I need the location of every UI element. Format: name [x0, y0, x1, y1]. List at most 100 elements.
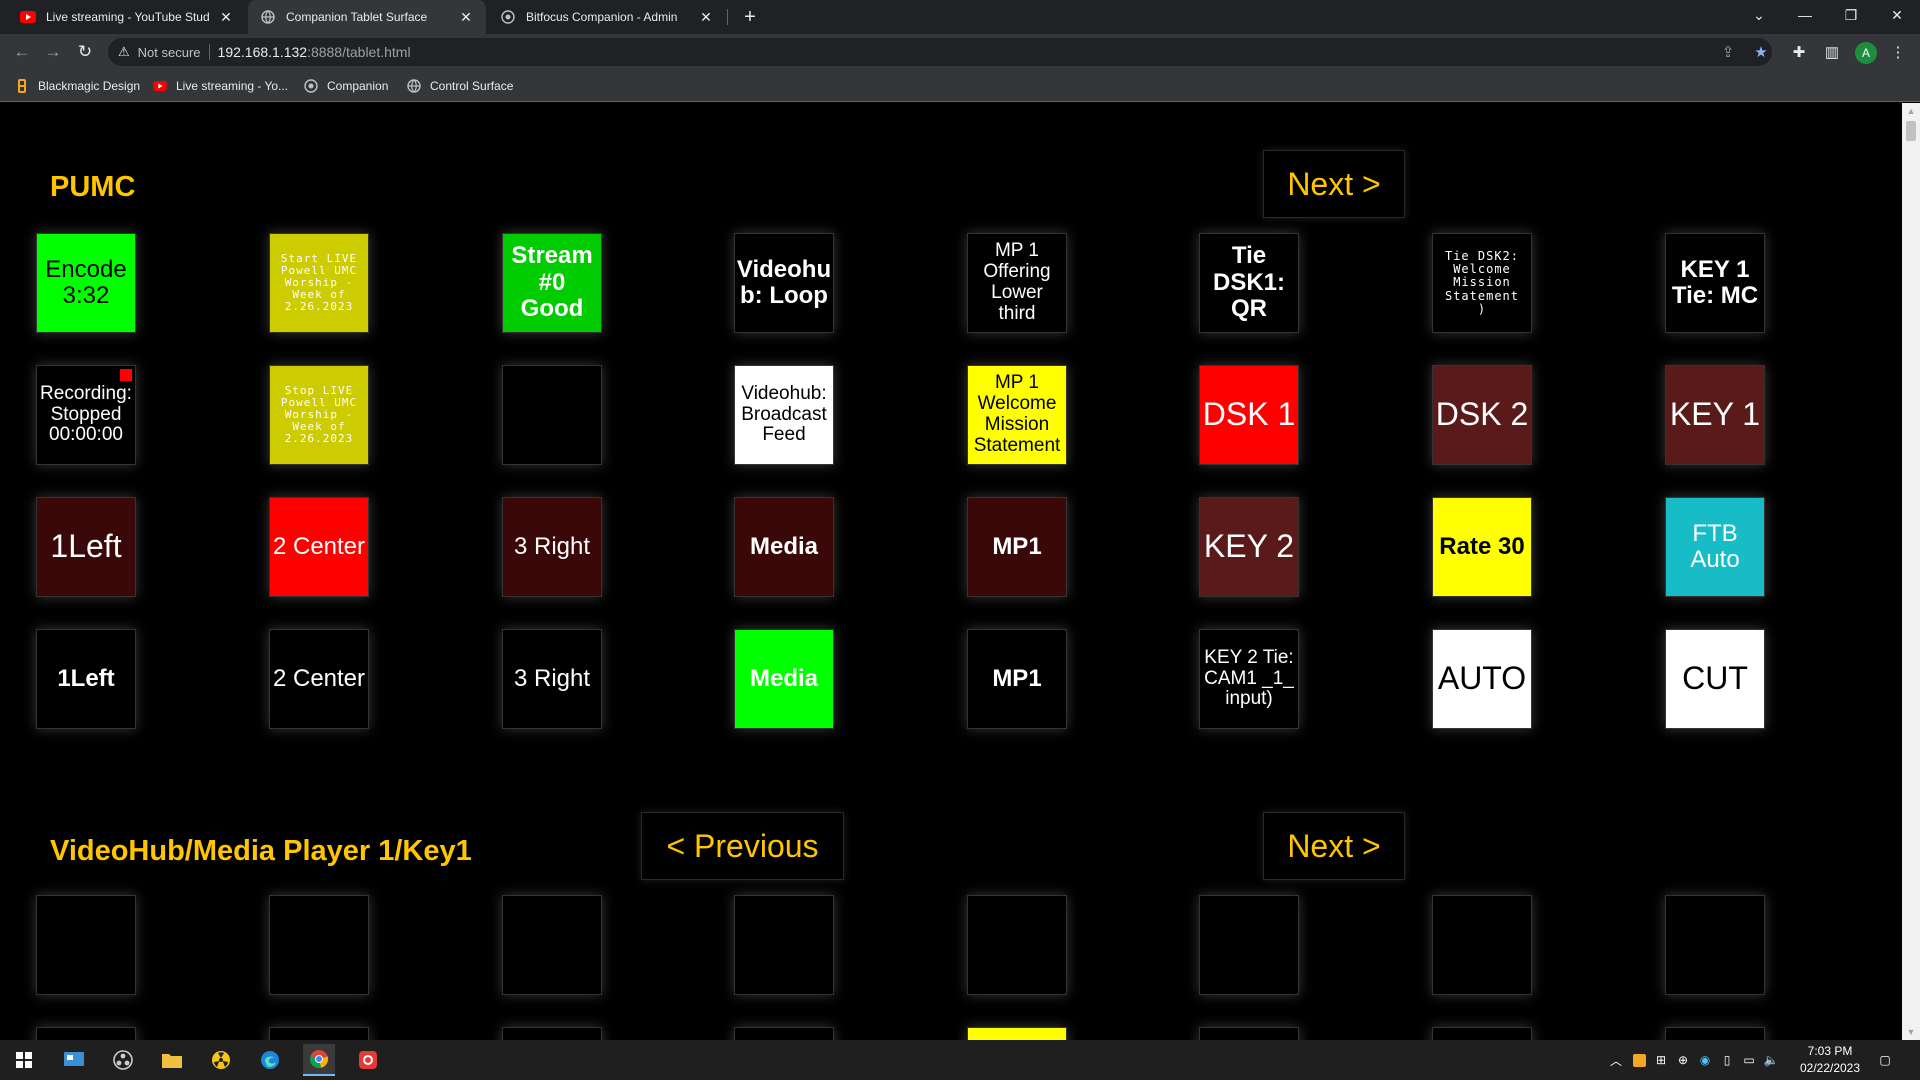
- control-button[interactable]: Start LIVE Powell UMC Worship - Week of …: [269, 233, 369, 333]
- control-button[interactable]: 3 Right: [502, 497, 602, 597]
- control-button[interactable]: FTB Auto: [1665, 497, 1765, 597]
- back-arrow-icon[interactable]: ←: [10, 40, 34, 64]
- control-button[interactable]: AUTO: [1432, 629, 1532, 729]
- control-button[interactable]: Recording: Stopped 00:00:00: [36, 365, 136, 465]
- control-button[interactable]: MP1: [967, 497, 1067, 597]
- control-button[interactable]: MP 1 Welcome Mission Statement: [967, 365, 1067, 465]
- control-button[interactable]: Rate 30: [1432, 497, 1532, 597]
- minimize-button[interactable]: —: [1782, 0, 1828, 30]
- control-button[interactable]: KEY 1: [1665, 365, 1765, 465]
- bookmark-blackmagic[interactable]: Blackmagic Design: [14, 77, 140, 95]
- control-button[interactable]: [1432, 895, 1532, 995]
- control-button[interactable]: KEY 1 Tie: MC: [1665, 233, 1765, 333]
- control-button[interactable]: [1432, 1027, 1532, 1040]
- control-button[interactable]: [1199, 895, 1299, 995]
- volume-icon[interactable]: 🔈: [1762, 1050, 1780, 1070]
- control-button[interactable]: [502, 365, 602, 465]
- control-button[interactable]: Tie DSK2: Welcome Mission Statement ): [1432, 233, 1532, 333]
- control-button[interactable]: DSK 2: [1432, 365, 1532, 465]
- control-button[interactable]: [967, 1027, 1067, 1040]
- close-window-button[interactable]: ✕: [1874, 0, 1920, 30]
- desktop-app-icon[interactable]: [58, 1044, 90, 1076]
- next-page-button[interactable]: Next >: [1263, 150, 1405, 218]
- tab-youtube-studio[interactable]: Live streaming - YouTube Studio ✕: [8, 0, 246, 34]
- forward-arrow-icon[interactable]: →: [41, 40, 65, 64]
- control-button[interactable]: Videohu b: Loop: [734, 233, 834, 333]
- control-button[interactable]: [36, 895, 136, 995]
- control-button[interactable]: [967, 895, 1067, 995]
- close-tab-icon[interactable]: ✕: [458, 9, 474, 26]
- bookmark-control-surface[interactable]: Control Surface: [406, 77, 513, 95]
- control-button[interactable]: [1665, 895, 1765, 995]
- control-button[interactable]: 2 Center: [269, 497, 369, 597]
- new-tab-button[interactable]: +: [738, 5, 762, 29]
- control-button[interactable]: CUT: [1665, 629, 1765, 729]
- windows-start-icon[interactable]: [8, 1044, 40, 1076]
- bookmark-companion[interactable]: Companion: [303, 77, 388, 95]
- close-tab-icon[interactable]: ✕: [698, 9, 714, 26]
- tray-display-icon[interactable]: ▭: [1740, 1050, 1758, 1070]
- reload-icon[interactable]: ↻: [73, 40, 97, 64]
- tab-companion-tablet[interactable]: Companion Tablet Surface ✕: [248, 0, 486, 34]
- control-button[interactable]: MP 1 Offering Lower third: [967, 233, 1067, 333]
- next-page-button[interactable]: Next >: [1263, 812, 1405, 880]
- tab-search-icon[interactable]: ⌄: [1736, 0, 1782, 30]
- address-bar[interactable]: ⚠ Not secure 192.168.1.132 :8888/tablet.…: [108, 38, 1772, 66]
- control-button[interactable]: DSK 1: [1199, 365, 1299, 465]
- control-button[interactable]: 2 Center: [269, 629, 369, 729]
- edge-icon[interactable]: [254, 1044, 286, 1076]
- tray-globe-icon[interactable]: ⊕: [1674, 1050, 1692, 1070]
- control-button[interactable]: [36, 1027, 136, 1040]
- obs-icon[interactable]: [107, 1044, 139, 1076]
- menu-kebab-icon[interactable]: ⋮: [1886, 40, 1910, 64]
- previous-page-button[interactable]: < Previous: [641, 812, 844, 880]
- chrome-icon[interactable]: [303, 1044, 335, 1076]
- recording-app-icon[interactable]: [352, 1044, 384, 1076]
- scroll-thumb[interactable]: [1906, 121, 1916, 141]
- tray-overflow-icon[interactable]: ︿: [1607, 1050, 1625, 1070]
- close-tab-icon[interactable]: ✕: [218, 9, 234, 26]
- tray-edge-icon[interactable]: ◉: [1696, 1050, 1714, 1070]
- control-button[interactable]: Media: [734, 629, 834, 729]
- tab-companion-admin[interactable]: Bitfocus Companion - Admin ✕: [488, 0, 726, 34]
- control-button[interactable]: Stream #0 Good: [502, 233, 602, 333]
- bookmark-live-streaming[interactable]: Live streaming - Yo...: [152, 77, 288, 95]
- security-status[interactable]: Not secure: [138, 45, 201, 60]
- tray-network-app-icon[interactable]: ⊞: [1652, 1050, 1670, 1070]
- star-bookmark-icon[interactable]: ★: [1749, 40, 1773, 64]
- radiation-app-icon[interactable]: [205, 1044, 237, 1076]
- control-button[interactable]: 1Left: [36, 629, 136, 729]
- share-icon[interactable]: ⇪: [1716, 40, 1740, 64]
- notifications-icon[interactable]: ▢: [1876, 1050, 1894, 1070]
- control-button[interactable]: [734, 895, 834, 995]
- tray-app-orange-icon[interactable]: [1630, 1050, 1648, 1070]
- control-button[interactable]: KEY 2 Tie: CAM1 _1_ input): [1199, 629, 1299, 729]
- control-button[interactable]: [502, 895, 602, 995]
- control-button[interactable]: Encode 3:32: [36, 233, 136, 333]
- control-button[interactable]: MP1: [967, 629, 1067, 729]
- restore-button[interactable]: ❐: [1828, 0, 1874, 30]
- control-button[interactable]: [269, 1027, 369, 1040]
- control-button[interactable]: 1Left: [36, 497, 136, 597]
- control-button[interactable]: 3 Right: [502, 629, 602, 729]
- system-clock[interactable]: 7:03 PM 02/22/2023: [1795, 1043, 1865, 1077]
- control-button[interactable]: Videohub: Broadcast Feed: [734, 365, 834, 465]
- file-explorer-icon[interactable]: [156, 1044, 188, 1076]
- tray-usb-icon[interactable]: ▯: [1718, 1050, 1736, 1070]
- control-button[interactable]: [1665, 1027, 1765, 1040]
- control-button[interactable]: [502, 1027, 602, 1040]
- control-button[interactable]: Tie DSK1: QR: [1199, 233, 1299, 333]
- control-button[interactable]: Media: [734, 497, 834, 597]
- side-panel-icon[interactable]: ▥: [1820, 40, 1844, 64]
- scroll-up-icon[interactable]: ▲: [1902, 103, 1920, 119]
- control-button[interactable]: [1199, 1027, 1299, 1040]
- control-button[interactable]: [734, 1027, 834, 1040]
- page-scrollbar[interactable]: ▲ ▼: [1902, 103, 1920, 1040]
- warning-icon[interactable]: ⚠: [118, 44, 130, 60]
- control-button[interactable]: [269, 895, 369, 995]
- control-button[interactable]: KEY 2: [1199, 497, 1299, 597]
- extensions-icon[interactable]: ✚: [1787, 40, 1811, 64]
- profile-avatar[interactable]: A: [1855, 42, 1877, 64]
- scroll-down-icon[interactable]: ▼: [1902, 1024, 1920, 1040]
- control-button[interactable]: Stop LIVE Powell UMC Worship - Week of 2…: [269, 365, 369, 465]
